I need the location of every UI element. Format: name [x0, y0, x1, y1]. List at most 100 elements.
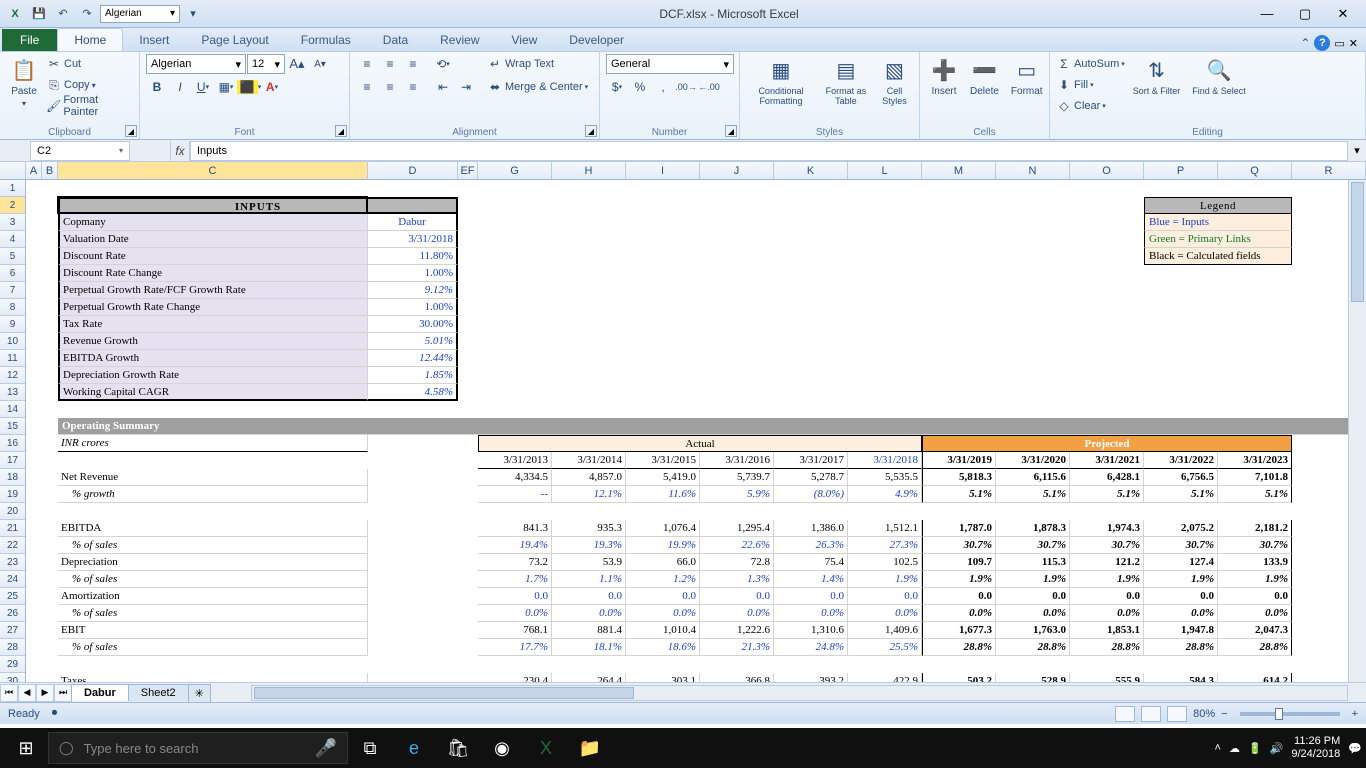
cell-N18[interactable]: 6,115.6: [996, 469, 1070, 486]
cell-C12[interactable]: Depreciation Growth Rate: [58, 367, 368, 384]
cell-M21[interactable]: 1,787.0: [922, 520, 996, 537]
cell-C5[interactable]: Discount Rate: [58, 248, 368, 265]
cell-H18[interactable]: 4,857.0: [552, 469, 626, 486]
task-view-icon[interactable]: ⧉: [348, 728, 392, 768]
cell-M28[interactable]: 28.8%: [922, 639, 996, 656]
row-header-1[interactable]: 1: [0, 180, 26, 197]
align-bottom-button[interactable]: ≡: [402, 54, 424, 74]
maximize-button[interactable]: ▢: [1292, 5, 1318, 23]
col-header-B[interactable]: B: [42, 162, 58, 179]
row-header-11[interactable]: 11: [0, 350, 26, 367]
cell-D5[interactable]: 11.80%: [368, 248, 458, 265]
sheet-last-button[interactable]: ⏭: [54, 684, 72, 702]
number-launcher[interactable]: ◢: [725, 125, 737, 137]
insert-cells-button[interactable]: ➕Insert: [926, 54, 962, 99]
tab-review[interactable]: Review: [424, 29, 495, 51]
cell-M25[interactable]: 0.0: [922, 588, 996, 605]
align-middle-button[interactable]: ≡: [379, 54, 401, 74]
cell-H19[interactable]: 12.1%: [552, 486, 626, 503]
cell-Q17[interactable]: 3/31/2023: [1218, 452, 1292, 469]
increase-font-button[interactable]: A▴: [286, 54, 308, 74]
bold-button[interactable]: B: [146, 77, 168, 97]
align-right-button[interactable]: ≡: [402, 77, 424, 97]
cell-J19[interactable]: 5.9%: [700, 486, 774, 503]
cell-G24[interactable]: 1.7%: [478, 571, 552, 588]
cell-N30[interactable]: 528.9: [996, 673, 1070, 682]
redo-icon[interactable]: ↷: [76, 4, 98, 24]
cell-J30[interactable]: 366.8: [700, 673, 774, 682]
currency-button[interactable]: $▾: [606, 77, 628, 97]
cell-P28[interactable]: 28.8%: [1144, 639, 1218, 656]
cell-I22[interactable]: 19.9%: [626, 537, 700, 554]
formula-expand-icon[interactable]: ▾: [1348, 144, 1366, 157]
cell-J21[interactable]: 1,295.4: [700, 520, 774, 537]
cell-C24[interactable]: % of sales: [58, 571, 368, 588]
select-all-corner[interactable]: [0, 162, 26, 179]
cell-K18[interactable]: 5,278.7: [774, 469, 848, 486]
page-layout-view-button[interactable]: [1141, 706, 1161, 722]
cell-G30[interactable]: 230.4: [478, 673, 552, 682]
cell-C18[interactable]: Net Revenue: [58, 469, 368, 486]
col-header-G[interactable]: G: [478, 162, 552, 179]
macro-record-icon[interactable]: ⏺: [52, 707, 58, 720]
col-header-O[interactable]: O: [1070, 162, 1144, 179]
row-header-10[interactable]: 10: [0, 333, 26, 350]
vscroll-thumb[interactable]: [1351, 182, 1364, 302]
row-header-15[interactable]: 15: [0, 418, 26, 435]
cell-C22[interactable]: % of sales: [58, 537, 368, 554]
align-left-button[interactable]: ≡: [356, 77, 378, 97]
cell-M24[interactable]: 1.9%: [922, 571, 996, 588]
row-header-7[interactable]: 7: [0, 282, 26, 299]
cell-P26[interactable]: 0.0%: [1144, 605, 1218, 622]
cell-J18[interactable]: 5,739.7: [700, 469, 774, 486]
row-header-5[interactable]: 5: [0, 248, 26, 265]
cell-H17[interactable]: 3/31/2014: [552, 452, 626, 469]
cell-D3[interactable]: Dabur: [368, 214, 458, 231]
cell-H28[interactable]: 18.1%: [552, 639, 626, 656]
row-header-30[interactable]: 30: [0, 673, 26, 682]
row-header-20[interactable]: 20: [0, 503, 26, 520]
copy-button[interactable]: ⎘Copy▾: [46, 75, 133, 95]
paste-button[interactable]: 📋 Paste▾: [6, 54, 42, 110]
row-header-27[interactable]: 27: [0, 622, 26, 639]
cell-C25[interactable]: Amortization: [58, 588, 368, 605]
cell-G22[interactable]: 19.4%: [478, 537, 552, 554]
clear-button[interactable]: ◇Clear▾: [1056, 96, 1125, 116]
cell-M18[interactable]: 5,818.3: [922, 469, 996, 486]
cell-C19[interactable]: % growth: [58, 486, 368, 503]
cell-K27[interactable]: 1,310.6: [774, 622, 848, 639]
formula-input[interactable]: Inputs: [190, 141, 1348, 161]
sort-filter-button[interactable]: ⇅Sort & Filter: [1129, 54, 1185, 98]
cut-button[interactable]: ✂Cut: [46, 54, 133, 74]
cell-Q30[interactable]: 614.2: [1218, 673, 1292, 682]
cell-I19[interactable]: 11.6%: [626, 486, 700, 503]
cell-I21[interactable]: 1,076.4: [626, 520, 700, 537]
cell-L30[interactable]: 422.9: [848, 673, 922, 682]
tab-page-layout[interactable]: Page Layout: [185, 29, 284, 51]
cell-K26[interactable]: 0.0%: [774, 605, 848, 622]
decrease-decimal-button[interactable]: ←.00: [698, 77, 720, 97]
sheet-next-button[interactable]: ▶: [36, 684, 54, 702]
clipboard-launcher[interactable]: ◢: [125, 125, 137, 137]
cell-I18[interactable]: 5,419.0: [626, 469, 700, 486]
save-icon[interactable]: 💾: [28, 4, 50, 24]
cell-G21[interactable]: 841.3: [478, 520, 552, 537]
number-format-combo[interactable]: General▾: [606, 54, 734, 74]
cell-C3[interactable]: Copmany: [58, 214, 368, 231]
cell-G17[interactable]: 3/31/2013: [478, 452, 552, 469]
cell-C16[interactable]: INR crores: [58, 435, 368, 452]
vertical-scrollbar[interactable]: [1348, 180, 1366, 682]
row-header-22[interactable]: 22: [0, 537, 26, 554]
orientation-button[interactable]: ⟲▾: [432, 54, 454, 74]
cell-L26[interactable]: 0.0%: [848, 605, 922, 622]
cell-O21[interactable]: 1,974.3: [1070, 520, 1144, 537]
sheet-prev-button[interactable]: ◀: [18, 684, 36, 702]
cell-J26[interactable]: 0.0%: [700, 605, 774, 622]
col-header-R[interactable]: R: [1292, 162, 1366, 179]
cell-Q28[interactable]: 28.8%: [1218, 639, 1292, 656]
cell-D4[interactable]: 3/31/2018: [368, 231, 458, 248]
cell-N17[interactable]: 3/31/2020: [996, 452, 1070, 469]
cell-C4[interactable]: Valuation Date: [58, 231, 368, 248]
cell-I23[interactable]: 66.0: [626, 554, 700, 571]
font-size-combo[interactable]: 12▾: [247, 54, 285, 74]
